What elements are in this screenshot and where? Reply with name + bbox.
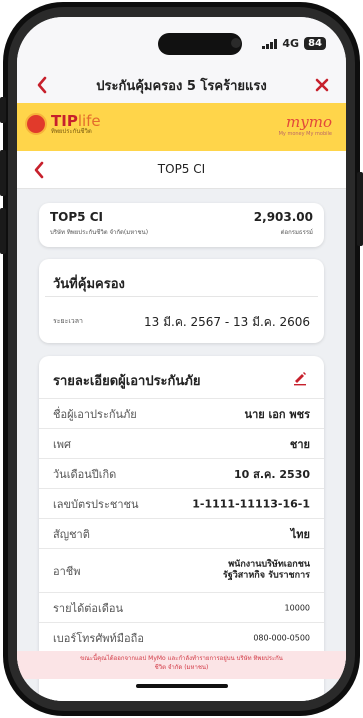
product-card: TOP5 CI บริษัท ทิพยประกันชีวิต จำกัด(มหา… [39,203,324,247]
row-label: ชื่อผู้เอาประกันภัย [53,407,137,421]
row-label: เลขบัตรประชาชน [53,497,139,511]
brand-banner: TIPlife ทิพยประกันชีวิต mymo My money My… [17,103,346,151]
sub-header: TOP5 CI [17,151,346,189]
signal-icon [262,38,278,49]
row-label: เบอร์โทรศัพท์มือถือ [53,631,144,645]
tiplife-logo: TIPlife ทิพยประกันชีวิต [25,113,101,135]
detail-row-nationality: สัญชาติ ไทย [39,518,324,548]
coverage-value: 13 มี.ค. 2567 - 13 มี.ค. 2606 [144,315,310,329]
mymo-subtitle: My money My mobile [278,131,332,137]
row-label: รายได้ต่อเดือน [53,601,123,615]
camera-dot [231,38,241,48]
insured-details-list: ชื่อผู้เอาประกันภัย นาย เอก พชร เพศ ชาย … [39,398,324,652]
main-content[interactable]: TOP5 CI บริษัท ทิพยประกันชีวิต จำกัด(มหา… [17,189,346,701]
close-icon[interactable] [310,73,334,97]
divider [45,296,318,297]
row-label: เพศ [53,437,71,451]
detail-row-occupation: อาชีพ พนักงานบริษัทเอกชน รัฐวิสาหกิจ รับ… [39,548,324,592]
coverage-label: ระยะเวลา [53,317,83,325]
row-value: พนักงานบริษัทเอกชน รัฐวิสาหกิจ รับราชการ [223,559,310,582]
external-site-notice: ขณะนี้คุณได้ออกจากแอป MyMo และกำลังทำราย… [17,651,346,679]
insured-details-header: รายละเอียดผู้เอาประกันภัย [39,356,324,398]
mymo-logo: mymo My money My mobile [279,113,332,137]
detail-row-birthdate: วันเดือนปีเกิด 10 ส.ค. 2530 [39,458,324,488]
row-value-line2: รัฐวิสาหกิจ รับราชการ [222,570,310,581]
product-company: บริษัท ทิพยประกันชีวิต จำกัด(มหาชน) [50,229,149,236]
detail-row-name: ชื่อผู้เอาประกันภัย นาย เอก พชร [39,398,324,428]
row-value: 080-000-0500 [253,633,310,642]
sub-back-chevron-icon[interactable] [29,159,51,181]
volume-down-button [0,208,6,254]
row-value: 10000 [284,603,310,612]
row-value-line1: พนักงานบริษัทเอกชน [228,558,310,569]
product-unit: ต่อกรมธรรม์ [280,229,313,236]
back-chevron-icon[interactable] [31,73,55,97]
notice-line2: ชีวิต จำกัด (มหาชน) [154,664,209,672]
edit-pencil-icon[interactable] [292,370,308,386]
row-label: อาชีพ [53,564,81,578]
coverage-card: วันที่คุ้มครอง ระยะเวลา 13 มี.ค. 2567 - … [39,259,324,343]
page-title: ประกันคุ้มครอง 5 โรคร้ายแรง [96,79,267,94]
detail-row-income: รายได้ต่อเดือน 10000 [39,592,324,622]
sub-title: TOP5 CI [157,162,206,176]
row-value: ไทย [290,527,310,541]
detail-row-mobile: เบอร์โทรศัพท์มือถือ 080-000-0500 [39,622,324,652]
phone-screen: 4G 84 ประกันคุ้มครอง 5 โรคร้ายแรง TIPlif… [17,17,346,701]
volume-up-button [0,150,6,196]
notice-line1: ขณะนี้คุณได้ออกจากแอป MyMo และกำลังทำราย… [80,655,283,662]
battery-icon: 84 [304,37,326,50]
power-button [357,172,363,246]
mymo-name: mymo [286,113,332,131]
app-header: ประกันคุ้มครอง 5 โรคร้ายแรง [17,67,346,103]
insured-details-title: รายละเอียดผู้เอาประกันภัย [53,374,201,389]
row-value: ชาย [289,437,310,451]
detail-row-id-card: เลขบัตรประชาชน 1-1111-11113-16-1 [39,488,324,518]
status-indicators: 4G 84 [262,37,326,50]
row-value: นาย เอก พชร [244,407,310,421]
row-value: 10 ส.ค. 2530 [233,467,310,481]
product-price: 2,903.00 [253,210,313,224]
tip-name-suffix: life [77,111,101,130]
row-label: วันเดือนปีเกิด [53,467,117,481]
mute-switch [0,97,6,123]
row-label: สัญชาติ [53,527,90,541]
detail-row-gender: เพศ ชาย [39,428,324,458]
status-bar: 4G 84 [17,17,346,67]
dynamic-island [158,33,242,55]
tip-name: TIP [51,111,78,130]
coverage-title: วันที่คุ้มครอง [53,277,125,292]
network-label: 4G [282,37,300,50]
home-indicator[interactable] [136,684,228,688]
insured-details-card: รายละเอียดผู้เอาประกันภัย ชื่อผู้เอาประก… [39,356,324,701]
tiplife-emblem-icon [25,113,47,135]
row-value: 1-1111-11113-16-1 [192,497,310,510]
phone-frame: 4G 84 ประกันคุ้มครอง 5 โรคร้ายแรง TIPlif… [0,0,363,718]
product-name: TOP5 CI [50,210,103,224]
